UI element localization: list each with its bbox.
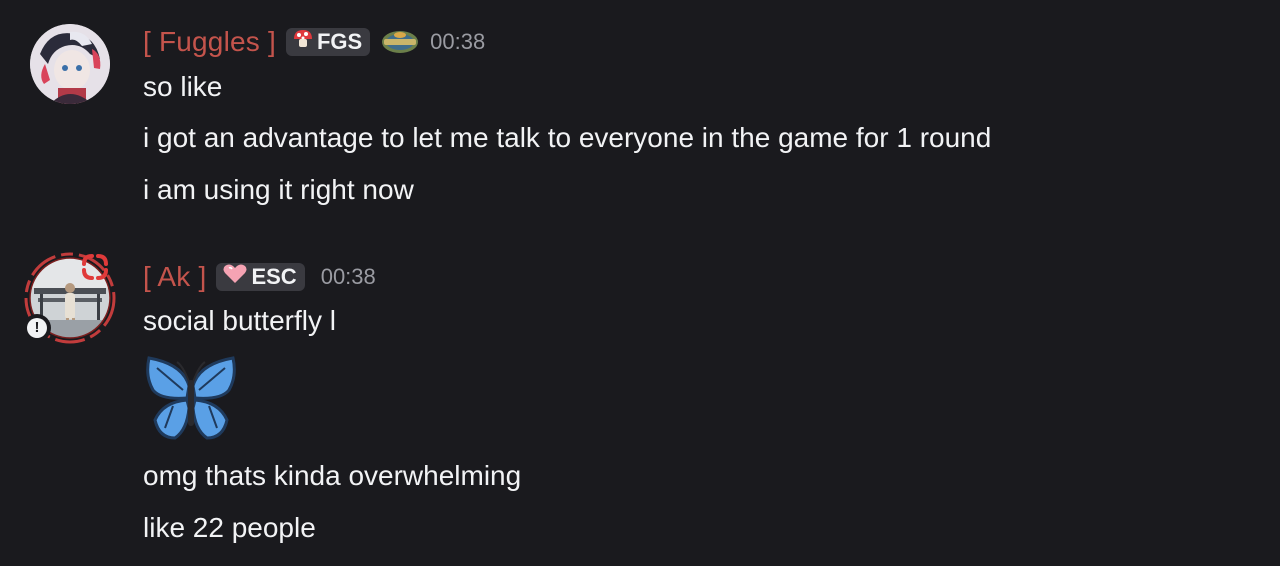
message-text: social butterfly l (143, 305, 336, 336)
status-badge: ! (23, 314, 51, 342)
message-text: so like (143, 71, 223, 102)
survivor-logo-icon[interactable] (380, 29, 420, 55)
message-text: omg thats kinda overwhelming (143, 460, 522, 491)
avatar[interactable] (30, 24, 110, 104)
chat-log: [ Fuggles ] FGS 00:38 so like i got an a… (0, 0, 1280, 566)
username[interactable]: [ Fuggles ] (143, 26, 276, 58)
pink-heart-icon (222, 263, 248, 291)
guild-tag-label: ESC (251, 264, 297, 289)
username[interactable]: [ Ak ] (143, 261, 206, 293)
timestamp: 00:38 (320, 264, 376, 289)
mushroom-icon (292, 28, 314, 56)
message-text: like 22 people (143, 512, 316, 543)
guild-tag-label: FGS (316, 29, 363, 54)
message-header: [ Ak ] ESC 00:38 (143, 260, 376, 294)
anger-symbol-icon (82, 254, 108, 280)
guild-tag[interactable]: ESC (216, 263, 305, 291)
timestamp: 00:38 (430, 29, 486, 54)
butterfly-emoji[interactable] (143, 356, 239, 444)
guild-tag[interactable]: FGS (285, 28, 371, 56)
message-text: i got an advantage to let me talk to eve… (143, 122, 992, 153)
status-badge-label: ! (27, 318, 47, 338)
message-header: [ Fuggles ] FGS 00:38 (143, 25, 485, 59)
message-text: i am using it right now (143, 174, 414, 205)
